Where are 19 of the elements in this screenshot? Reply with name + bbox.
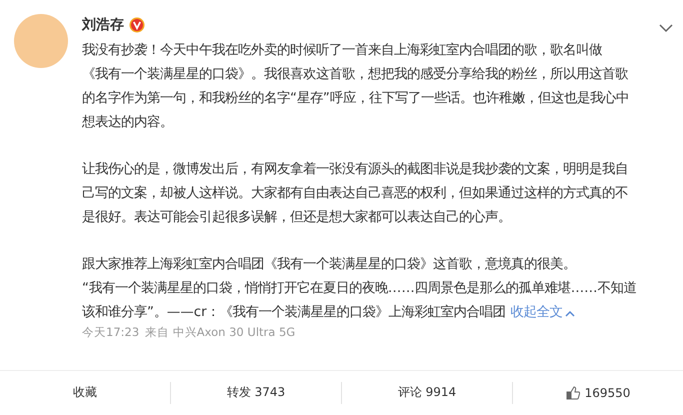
- post-text: 我没有抄袭！今天中午我在吃外卖的时候听了一首来自上海彩虹室内合唱团的歌，歌名叫做: [82, 42, 603, 60]
- post-text: 己写的文案，却被人这样说。大家都有自由表达自己喜恶的权利，但如果通过这样的方式真的不: [82, 184, 629, 203]
- post-text: 跟大家推荐上海彩虹室内合唱团《我有一个装满星星的口袋》这首歌，意境真的很美。: [82, 256, 577, 274]
- favorite-button[interactable]: 收藏: [0, 382, 170, 404]
- caret-icon: [564, 310, 575, 316]
- post-text: 让我伤心的是，微博发出后，有网友拿着一张没有源头的截图非说是我抄袭的文案，明明是我自: [82, 160, 629, 179]
- repost-button[interactable]: 转发 3743: [170, 382, 341, 404]
- post-text: 是很好。表达可能会引起很多误解，但还是想大家都可以表达自己的心声。: [82, 208, 512, 227]
- post-text: 该和谁分享”。——cr：《我有一个装满星星的口袋》上海彩虹室内合唱团: [82, 304, 506, 322]
- post-text: 《我有一个装满星星的口袋》。我很喜欢这首歌，想把我的感受分享给我的粉丝，所以用这首歌: [82, 66, 629, 84]
- like-button[interactable]: 169550: [512, 382, 683, 404]
- post-text: “我有一个装满星星的口袋，悄悄打开它在夏日的夜晚……四周景色是那么的孤单难堪……不知道: [82, 280, 638, 298]
- chevron-down-icon[interactable]: [659, 24, 673, 33]
- post-text: 想表达的内容。: [82, 114, 174, 132]
- author-name[interactable]: 刘浩存: [82, 16, 124, 34]
- post-text: 的名字作为第一句，和我粉丝的名字“星存”呼应，往下写了一些话。也许稚嫩，但这也是我心中: [82, 90, 630, 108]
- thumbs-up-icon: [566, 386, 580, 400]
- post-source: 来自 中兴Axon 30 Ultra 5G: [145, 325, 296, 340]
- comment-button[interactable]: 评论 9914: [341, 382, 512, 404]
